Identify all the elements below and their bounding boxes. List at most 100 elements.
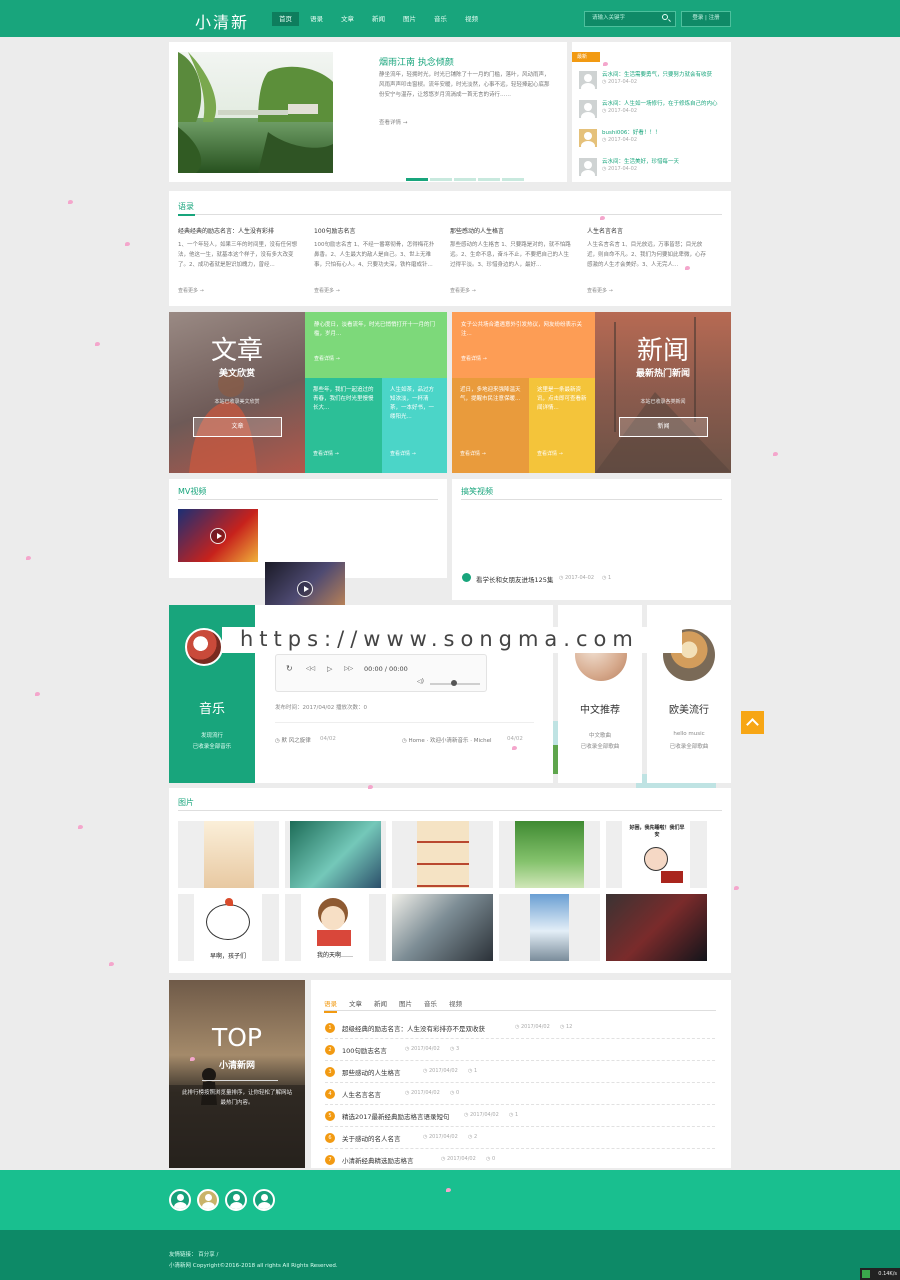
nav-item-news[interactable]: 新闻 [365,12,392,26]
music-card-title[interactable]: 欧美流行 [647,701,731,716]
featured-image[interactable] [178,52,333,173]
gallery-image[interactable] [606,894,707,961]
gallery-image[interactable] [285,821,386,888]
mv-video-thumb[interactable] [178,509,258,562]
gallery-image[interactable]: 好困，我先睡啦！我们早安 [606,821,707,888]
nav-item-home[interactable]: 首页 [272,12,299,26]
mv-heading[interactable]: MV视频 [178,486,206,497]
comment-item[interactable]: 云水间：生活美好，珍惜每一天 ◷ 2017-04-02 [579,158,725,176]
login-register-button[interactable]: 登录 | 注册 [681,11,731,27]
articles-button[interactable]: 文章 [193,417,282,437]
ranking-row[interactable]: 2 100句励志名言 ◷ 2017/04/02 ◷ 3 [325,1039,715,1061]
member-avatar-icon[interactable] [253,1189,275,1211]
rank-title[interactable]: 小清新经典精选励志格言 [342,1155,414,1165]
quote-title[interactable]: 经典经典的励志名言：人生没有彩排 [178,226,300,235]
nav-item-quotes[interactable]: 语录 [303,12,330,26]
rank-title[interactable]: 人生名言名言 [342,1089,381,1099]
rank-title[interactable]: 100句励志名言 [342,1045,387,1055]
news-cell[interactable]: 这里是一条最新资讯，点击即可查看新闻详情... 查看详情 → [529,378,595,473]
article-cell-more[interactable]: 查看详情 → [390,450,439,457]
member-avatar-icon[interactable] [169,1189,191,1211]
quote-text: 人生名言名言 1、目光放远，万事皆悲；目光放近，则自命不凡。2、我们为何要如此卑… [587,242,707,268]
ranking-row[interactable]: 5 精选2017最新经典励志格言语录短句 ◷ 2017/04/02 ◷ 1 [325,1105,715,1127]
nav-item-images[interactable]: 图片 [396,12,423,26]
next-icon[interactable]: ▷▷ [344,665,353,672]
replay-icon[interactable]: ↻ [286,664,293,673]
nav-item-music[interactable]: 音乐 [427,12,454,26]
gallery-image[interactable]: 早啊，孩子们 [178,894,279,961]
search-input[interactable]: 请输入关键字 [584,11,676,27]
back-to-top-button[interactable] [741,711,764,734]
gallery-image[interactable] [178,821,279,888]
news-button[interactable]: 新闻 [619,417,708,437]
featured-more-link[interactable]: 查看详情 → [379,118,407,126]
volume-icon[interactable]: ◁) [417,678,424,685]
article-cell-more[interactable]: 查看详情 → [314,355,438,362]
slider-dot[interactable] [502,178,524,181]
quote-more-link[interactable]: 查看更多 → [450,287,572,294]
quotes-heading[interactable]: 语录 [178,201,194,212]
news-cell[interactable]: 近日，多地迎来强降温天气，提醒市民注意保暖... 查看详情 → [452,378,529,473]
quote-more-link[interactable]: 查看更多 → [178,287,300,294]
quote-item[interactable]: 经典经典的励志名言：人生没有彩排 1、一个年轻人，如果三年的时间里，没有任何想法… [178,226,300,294]
news-cell-more[interactable]: 查看详情 → [460,450,521,457]
article-cell[interactable]: 人生如茶，品过方知浓淡，一杯清茶，一本好书，一缕阳光... 查看详情 → [382,378,447,473]
ranking-row[interactable]: 1 超级经典的励志名言：人生没有彩排亦不是双收获 ◷ 2017/04/02 ◷ 12 [325,1017,715,1039]
comment-item[interactable]: 云水间：人生如一场修行，在于修炼自己的内心 ◷ 2017-04-02 [579,100,725,118]
rank-title[interactable]: 那些感动的人生格言 [342,1067,401,1077]
quote-title[interactable]: 人生名言名言 [587,226,709,235]
quote-more-link[interactable]: 查看更多 → [587,287,709,294]
volume-slider-handle[interactable] [451,680,457,686]
ranking-row[interactable]: 3 那些感动的人生格言 ◷ 2017/04/02 ◷ 1 [325,1061,715,1083]
music-cover-avatar[interactable] [185,628,223,666]
music-breadcrumb[interactable]: ◷ Home · 欢迎小清新音乐 · Michel [402,736,491,744]
nav-item-articles[interactable]: 文章 [334,12,361,26]
ranking-row[interactable]: 4 人生名言名言 ◷ 2017/04/02 ◷ 0 [325,1083,715,1105]
slider-dot[interactable] [478,178,500,181]
gallery-image[interactable] [499,821,600,888]
quote-title[interactable]: 100句励志名言 [314,226,436,235]
quote-title[interactable]: 那些感动的人生格言 [450,226,572,235]
featured-title[interactable]: 烟雨江南 执念倾颜 [379,55,454,68]
quote-item[interactable]: 100句励志名言 100句励志名言 1、不经一番寒彻骨，怎得梅花扑鼻香。2、人生… [314,226,436,294]
ranking-row[interactable]: 6 关于感动的名人名言 ◷ 2017/04/02 ◷ 2 [325,1127,715,1149]
article-cell[interactable]: 那些年，我们一起追过的青春，我们在时光里慢慢长大... 查看详情 → [305,378,382,473]
member-avatar-icon[interactable] [197,1189,219,1211]
news-cell[interactable]: 女子公共场合遭遇意外引发热议，网友纷纷表示关注... 查看详情 → [452,312,595,378]
play-icon[interactable] [297,580,313,597]
news-cell-more[interactable]: 查看详情 → [461,355,586,362]
previous-icon[interactable]: ◁◁ [306,665,315,672]
article-cell[interactable]: 静心度日，淡看流年，时光已悄悄打开十一月的门槛，岁月... 查看详情 → [305,312,447,378]
gallery-image[interactable] [392,894,493,961]
quote-item[interactable]: 人生名言名言 人生名言名言 1、目光放远，万事皆悲；目光放近，则自命不凡。2、我… [587,226,709,294]
quote-item[interactable]: 那些感动的人生格言 那些感动的人生格言 1、只要路是对的，就不怕路远。2、生命不… [450,226,572,294]
play-icon[interactable] [210,527,226,544]
slider-dot[interactable] [454,178,476,181]
site-logo[interactable]: 小清新 [195,9,249,33]
gallery-heading[interactable]: 图片 [178,797,194,808]
slider-dot[interactable] [430,178,452,181]
funny-heading[interactable]: 搞笑视频 [461,486,493,497]
rank-title[interactable]: 关于感动的名人名言 [342,1133,401,1143]
search-icon[interactable] [662,14,668,20]
rank-title[interactable]: 精选2017最新经典励志格言语录短句 [342,1111,450,1121]
ranking-row[interactable]: 7 小清新经典精选励志格言 ◷ 2017/04/02 ◷ 0 [325,1149,715,1171]
rank-views: ◷ 0 [450,1090,460,1096]
gallery-image[interactable] [392,821,493,888]
slider-dot[interactable] [406,178,428,181]
gallery-image[interactable] [499,894,600,961]
gallery-image[interactable]: 我的天啊…… [285,894,386,961]
news-cell-more[interactable]: 查看详情 → [537,450,587,457]
music-card-title[interactable]: 中文推荐 [558,701,642,716]
comment-item[interactable]: 云水间：生活需要勇气，只要努力就会有收获 ◷ 2017-04-02 [579,71,725,89]
friend-links[interactable]: 友情链接： 百分享 / [169,1250,218,1258]
funny-video-caption[interactable]: 看学长和女朋友进场125集 [476,574,553,584]
member-avatar-icon[interactable] [225,1189,247,1211]
comment-item[interactable]: bushi006：好看！！！ ◷ 2017-04-02 [579,129,725,147]
article-cell-more[interactable]: 查看详情 → [313,450,374,457]
rank-title[interactable]: 超级经典的励志名言：人生没有彩排亦不是双收获 [342,1023,485,1033]
play-button-icon[interactable]: ▷ [327,665,332,673]
music-author[interactable]: ◷ 默 风之旋律 [275,736,311,744]
quote-more-link[interactable]: 查看更多 → [314,287,436,294]
nav-item-video[interactable]: 视频 [458,12,485,26]
